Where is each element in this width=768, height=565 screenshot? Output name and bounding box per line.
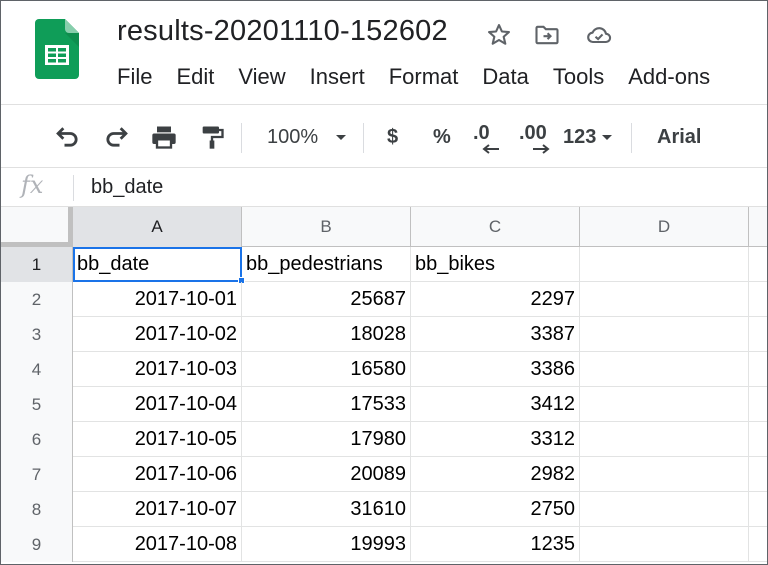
star-icon[interactable] xyxy=(485,21,513,49)
cell-c7[interactable]: 2982 xyxy=(411,457,580,492)
cell-c1[interactable]: bb_bikes xyxy=(411,247,580,282)
table-row: 5 2017-10-04 17533 3412 xyxy=(1,387,767,422)
row-header[interactable]: 2 xyxy=(1,282,73,317)
font-family-select[interactable]: Arial xyxy=(657,123,701,151)
table-row: 4 2017-10-03 16580 3386 xyxy=(1,352,767,387)
cell-d9[interactable] xyxy=(580,527,749,562)
column-header-b[interactable]: B xyxy=(242,207,411,247)
menu-format[interactable]: Format xyxy=(389,61,459,93)
cell-a8[interactable]: 2017-10-07 xyxy=(73,492,242,527)
cell-a3[interactable]: 2017-10-02 xyxy=(73,317,242,352)
zoom-dropdown-icon[interactable] xyxy=(331,123,351,151)
cell-c5[interactable]: 3412 xyxy=(411,387,580,422)
cell-b2[interactable]: 25687 xyxy=(242,282,411,317)
select-all-corner[interactable] xyxy=(1,207,73,247)
cell-d7[interactable] xyxy=(580,457,749,492)
formula-bar: fx bb_date xyxy=(1,167,767,207)
formula-divider xyxy=(73,175,74,201)
arrow-right-icon xyxy=(533,144,550,154)
cell-d8[interactable] xyxy=(580,492,749,527)
formula-input[interactable]: bb_date xyxy=(91,174,163,200)
sheets-logo-icon[interactable] xyxy=(35,19,79,79)
paint-format-icon[interactable] xyxy=(197,123,227,151)
sheet-grid: A B C D 1 bb_date bb_pedestrians bb_bikes 2 2… xyxy=(1,207,767,564)
cell-a6[interactable]: 2017-10-05 xyxy=(73,422,242,457)
column-header-row: A B C D xyxy=(1,207,767,247)
format-currency-button[interactable]: $ xyxy=(387,123,398,151)
row-header[interactable]: 3 xyxy=(1,317,73,352)
cell-a2[interactable]: 2017-10-01 xyxy=(73,282,242,317)
cell-c8[interactable]: 2750 xyxy=(411,492,580,527)
table-row: 3 2017-10-02 18028 3387 xyxy=(1,317,767,352)
cell-a7[interactable]: 2017-10-06 xyxy=(73,457,242,492)
more-formats-dropdown-icon[interactable] xyxy=(597,123,617,151)
table-row: 2 2017-10-01 25687 2297 xyxy=(1,282,767,317)
cell-c6[interactable]: 3312 xyxy=(411,422,580,457)
row-header[interactable]: 5 xyxy=(1,387,73,422)
menu-edit[interactable]: Edit xyxy=(176,61,214,93)
cell-d1[interactable] xyxy=(580,247,749,282)
move-to-folder-icon[interactable] xyxy=(533,21,561,49)
cell-a5[interactable]: 2017-10-04 xyxy=(73,387,242,422)
row-header[interactable]: 7 xyxy=(1,457,73,492)
row-header[interactable]: 4 xyxy=(1,352,73,387)
zoom-select[interactable]: 100% xyxy=(267,123,318,151)
menu-bar: File Edit View Insert Format Data Tools … xyxy=(117,61,734,93)
cell-c3[interactable]: 3387 xyxy=(411,317,580,352)
format-percent-button[interactable]: % xyxy=(433,123,451,151)
redo-icon[interactable] xyxy=(101,123,131,151)
cell-d2[interactable] xyxy=(580,282,749,317)
cell-d6[interactable] xyxy=(580,422,749,457)
toolbar-separator xyxy=(363,123,364,153)
cell-d5[interactable] xyxy=(580,387,749,422)
cell-b4[interactable]: 16580 xyxy=(242,352,411,387)
cell-a9[interactable]: 2017-10-08 xyxy=(73,527,242,562)
cell-c2[interactable]: 2297 xyxy=(411,282,580,317)
table-row: 1 bb_date bb_pedestrians bb_bikes xyxy=(1,247,767,284)
column-header-c[interactable]: C xyxy=(411,207,580,247)
fx-icon: fx xyxy=(21,171,44,199)
menu-data[interactable]: Data xyxy=(482,61,528,93)
cloud-saved-icon[interactable] xyxy=(585,21,613,49)
menu-insert[interactable]: Insert xyxy=(310,61,365,93)
cell-b8[interactable]: 31610 xyxy=(242,492,411,527)
cell-b6[interactable]: 17980 xyxy=(242,422,411,457)
table-row: 8 2017-10-07 31610 2750 xyxy=(1,492,767,527)
cell-d3[interactable] xyxy=(580,317,749,352)
cell-a1[interactable]: bb_date xyxy=(73,247,242,282)
cell-b7[interactable]: 20089 xyxy=(242,457,411,492)
cell-b1[interactable]: bb_pedestrians xyxy=(242,247,411,282)
column-header-d[interactable]: D xyxy=(580,207,749,247)
column-header-a[interactable]: A xyxy=(73,207,242,247)
cell-b3[interactable]: 18028 xyxy=(242,317,411,352)
more-formats-button[interactable]: 123 xyxy=(563,123,596,151)
undo-icon[interactable] xyxy=(53,123,83,151)
cell-b5[interactable]: 17533 xyxy=(242,387,411,422)
row-header[interactable]: 8 xyxy=(1,492,73,527)
row-header[interactable]: 6 xyxy=(1,422,73,457)
menu-add-ons[interactable]: Add-ons xyxy=(628,61,710,93)
cell-a4[interactable]: 2017-10-03 xyxy=(73,352,242,387)
menu-view[interactable]: View xyxy=(238,61,285,93)
table-row: 7 2017-10-06 20089 2982 xyxy=(1,457,767,492)
toolbar-separator xyxy=(631,123,632,153)
cell-c4[interactable]: 3386 xyxy=(411,352,580,387)
toolbar: 100% $ % .0 .00 123 Arial xyxy=(1,105,767,167)
cell-c9[interactable]: 1235 xyxy=(411,527,580,562)
document-title[interactable]: results-20201110-152602 xyxy=(117,15,448,48)
cell-d4[interactable] xyxy=(580,352,749,387)
menu-file[interactable]: File xyxy=(117,61,152,93)
table-row: 9 2017-10-08 19993 1235 xyxy=(1,527,767,562)
arrow-left-icon xyxy=(482,144,499,154)
toolbar-separator xyxy=(241,123,242,153)
spreadsheet-window: results-20201110-152602 File Edit View I… xyxy=(0,0,768,565)
print-icon[interactable] xyxy=(149,123,179,151)
cell-b9[interactable]: 19993 xyxy=(242,527,411,562)
row-header[interactable]: 9 xyxy=(1,527,73,562)
row-header[interactable]: 1 xyxy=(1,247,73,282)
table-row: 6 2017-10-05 17980 3312 xyxy=(1,422,767,457)
menu-tools[interactable]: Tools xyxy=(553,61,604,93)
